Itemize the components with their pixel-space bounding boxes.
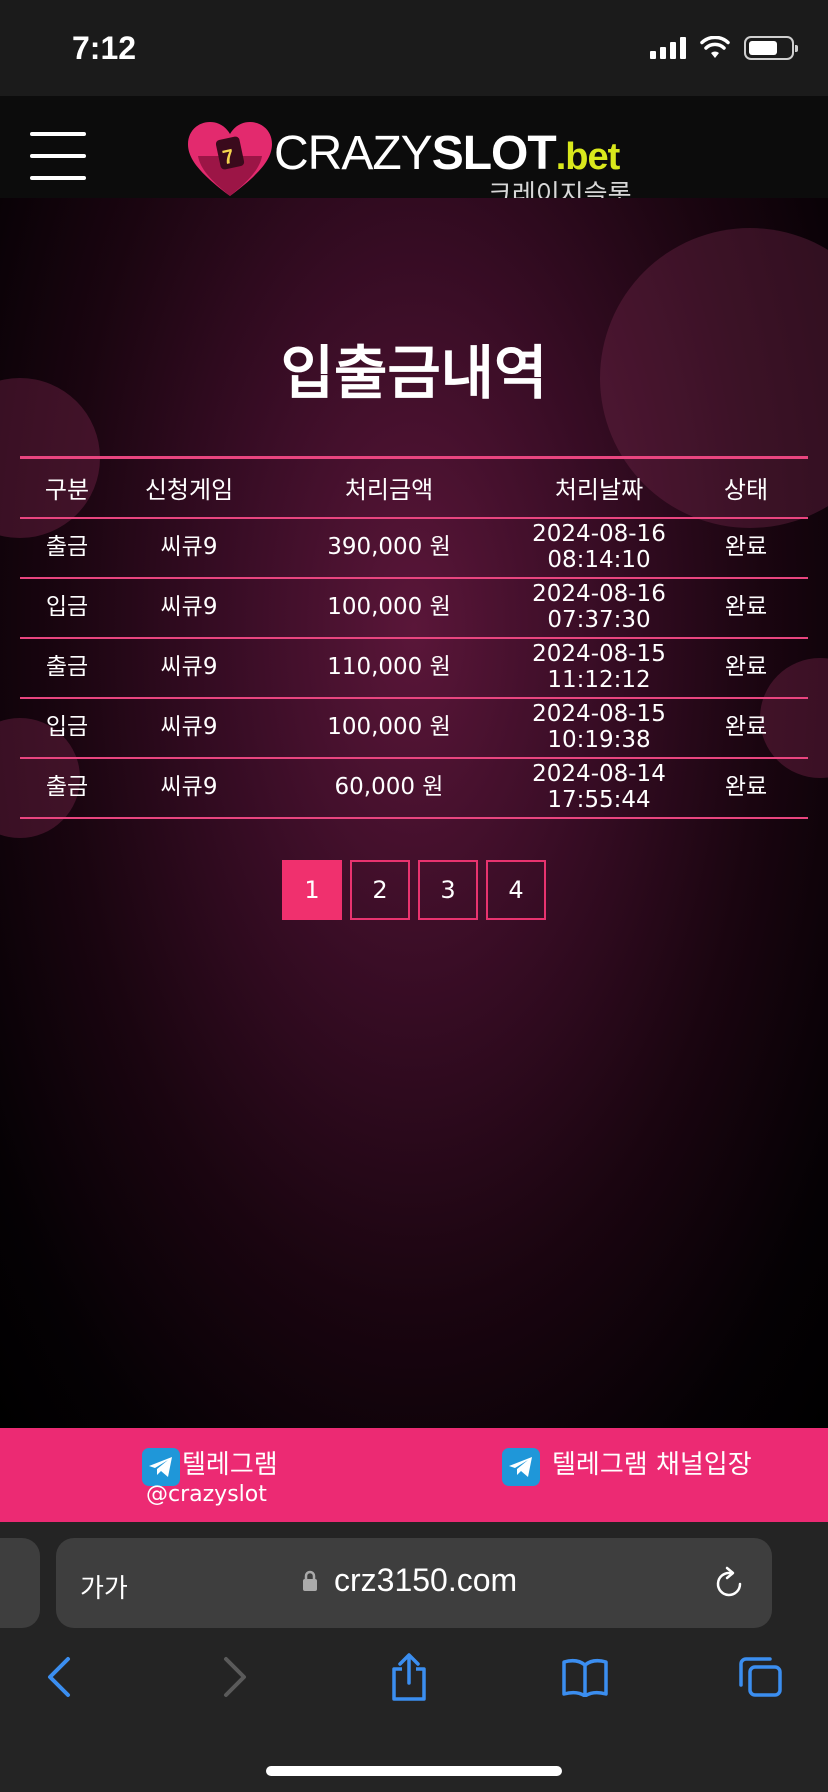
cell-amount: 390,000 원 [264,517,514,579]
cell-datetime: 2024-08-14 17:55:44 [514,757,684,819]
lock-icon [303,1570,317,1591]
reload-icon[interactable] [714,1566,746,1600]
browser-nav-row [0,1652,828,1712]
cell-amount: 100,000 원 [264,577,514,639]
chevron-right-icon [224,1657,246,1697]
pagination: 1 2 3 4 [282,860,546,920]
cell-datetime: 2024-08-15 11:12:12 [514,637,684,699]
status-icons [650,36,798,60]
cell-status: 완료 [684,577,808,639]
cell-datetime: 2024-08-16 07:37:30 [514,577,684,639]
cell-time: 07:37:30 [547,606,651,633]
cell-time: 08:14:10 [547,546,651,573]
telegram-bar: 텔레그램 @crazyslot 텔레그램 채널입장 [0,1428,828,1522]
page-title: 입출금내역 [280,339,548,407]
address-bar[interactable]: 가가 crz3150.com [56,1538,772,1628]
back-button[interactable] [34,1652,84,1702]
cell-time: 10:19:38 [547,726,651,753]
cell-date: 2024-08-16 [532,521,666,548]
cell-status: 완료 [684,757,808,819]
menu-icon[interactable] [30,132,86,182]
cell-date: 2024-08-14 [532,761,666,788]
chevron-left-icon [48,1657,70,1697]
cell-type: 출금 [20,757,114,819]
header-game: 신청게임 [114,457,264,519]
book-icon [562,1659,608,1697]
bookmarks-button[interactable] [560,1652,610,1702]
cell-amount: 60,000 원 [264,757,514,819]
site-header: 7 CRAZYSLOT.bet 크레이지슬롯 [0,96,828,210]
header-date: 처리날짜 [514,457,684,519]
cell-type: 출금 [20,637,114,699]
telegram-link[interactable]: 텔레그램 [182,1444,278,1481]
status-time: 7:12 [72,30,137,66]
previous-tab-preview[interactable] [0,1538,40,1628]
heart-logo-icon: 7 [188,122,272,196]
cell-amount: 100,000 원 [264,697,514,759]
telegram-icon[interactable] [502,1448,540,1486]
telegram-channel-link[interactable]: 텔레그램 채널입장 [552,1444,752,1481]
logo-wordmark: CRAZYSLOT.bet [274,127,621,180]
cell-type: 입금 [20,697,114,759]
cell-game: 씨큐9 [114,517,264,579]
url-text[interactable]: crz3150.com [334,1562,517,1599]
cell-status: 완료 [684,517,808,579]
cell-game: 씨큐9 [114,637,264,699]
page-button-4[interactable]: 4 [486,860,546,920]
table-row: 출금 씨큐9 60,000 원 2024-08-14 17:55:44 완료 [20,757,808,819]
cell-status: 완료 [684,637,808,699]
page-button-1[interactable]: 1 [282,860,342,920]
wifi-icon [700,36,730,58]
share-icon [392,1653,426,1701]
table-row: 출금 씨큐9 110,000 원 2024-08-15 11:12:12 완료 [20,637,808,699]
tabs-button[interactable] [736,1652,786,1702]
logo-crazy: CRAZY [274,127,433,180]
cell-status: 완료 [684,697,808,759]
cell-time: 11:12:12 [547,666,651,693]
cell-datetime: 2024-08-15 10:19:38 [514,697,684,759]
cell-date: 2024-08-15 [532,641,666,668]
browser-toolbar: 가가 crz3150.com [0,1522,828,1792]
table-header-row: 구분 신청게임 처리금액 처리날짜 상태 [20,457,808,519]
share-button[interactable] [384,1652,434,1702]
table-row: 출금 씨큐9 390,000 원 2024-08-16 08:14:10 완료 [20,517,808,579]
table-row: 입금 씨큐9 100,000 원 2024-08-15 10:19:38 완료 [20,697,808,759]
header-amount: 처리금액 [264,457,514,519]
cell-amount: 110,000 원 [264,637,514,699]
telegram-icon[interactable] [142,1448,180,1486]
text-size-button[interactable]: 가가 [80,1568,128,1605]
page-button-3[interactable]: 3 [418,860,478,920]
cell-game: 씨큐9 [114,697,264,759]
cell-time: 17:55:44 [547,786,651,813]
logo-bet: .bet [555,136,621,178]
cell-datetime: 2024-08-16 08:14:10 [514,517,684,579]
forward-button[interactable] [210,1652,260,1702]
status-bar: 7:12 [0,0,828,96]
logo-slot: SLOT [431,127,557,180]
cell-date: 2024-08-16 [532,581,666,608]
transaction-history-table: 구분 신청게임 처리금액 처리날짜 상태 출금 씨큐9 390,000 원 20… [20,456,808,819]
cell-type: 출금 [20,517,114,579]
page-button-2[interactable]: 2 [350,860,410,920]
cell-type: 입금 [20,577,114,639]
header-status: 상태 [684,457,808,519]
cellular-signal-icon [650,37,686,59]
telegram-handle: @crazyslot [146,1482,267,1507]
cell-game: 씨큐9 [114,577,264,639]
tabs-icon [739,1657,782,1697]
battery-icon [744,36,798,60]
cell-date: 2024-08-15 [532,701,666,728]
header-type: 구분 [20,457,114,519]
cell-game: 씨큐9 [114,757,264,819]
site-logo[interactable]: 7 CRAZYSLOT.bet 크레이지슬롯 [188,122,648,210]
home-indicator [266,1766,562,1776]
table-row: 입금 씨큐9 100,000 원 2024-08-16 07:37:30 완료 [20,577,808,639]
main-content: 입출금내역 구분 신청게임 처리금액 처리날짜 상태 출금 씨큐9 390,00… [0,198,828,1428]
